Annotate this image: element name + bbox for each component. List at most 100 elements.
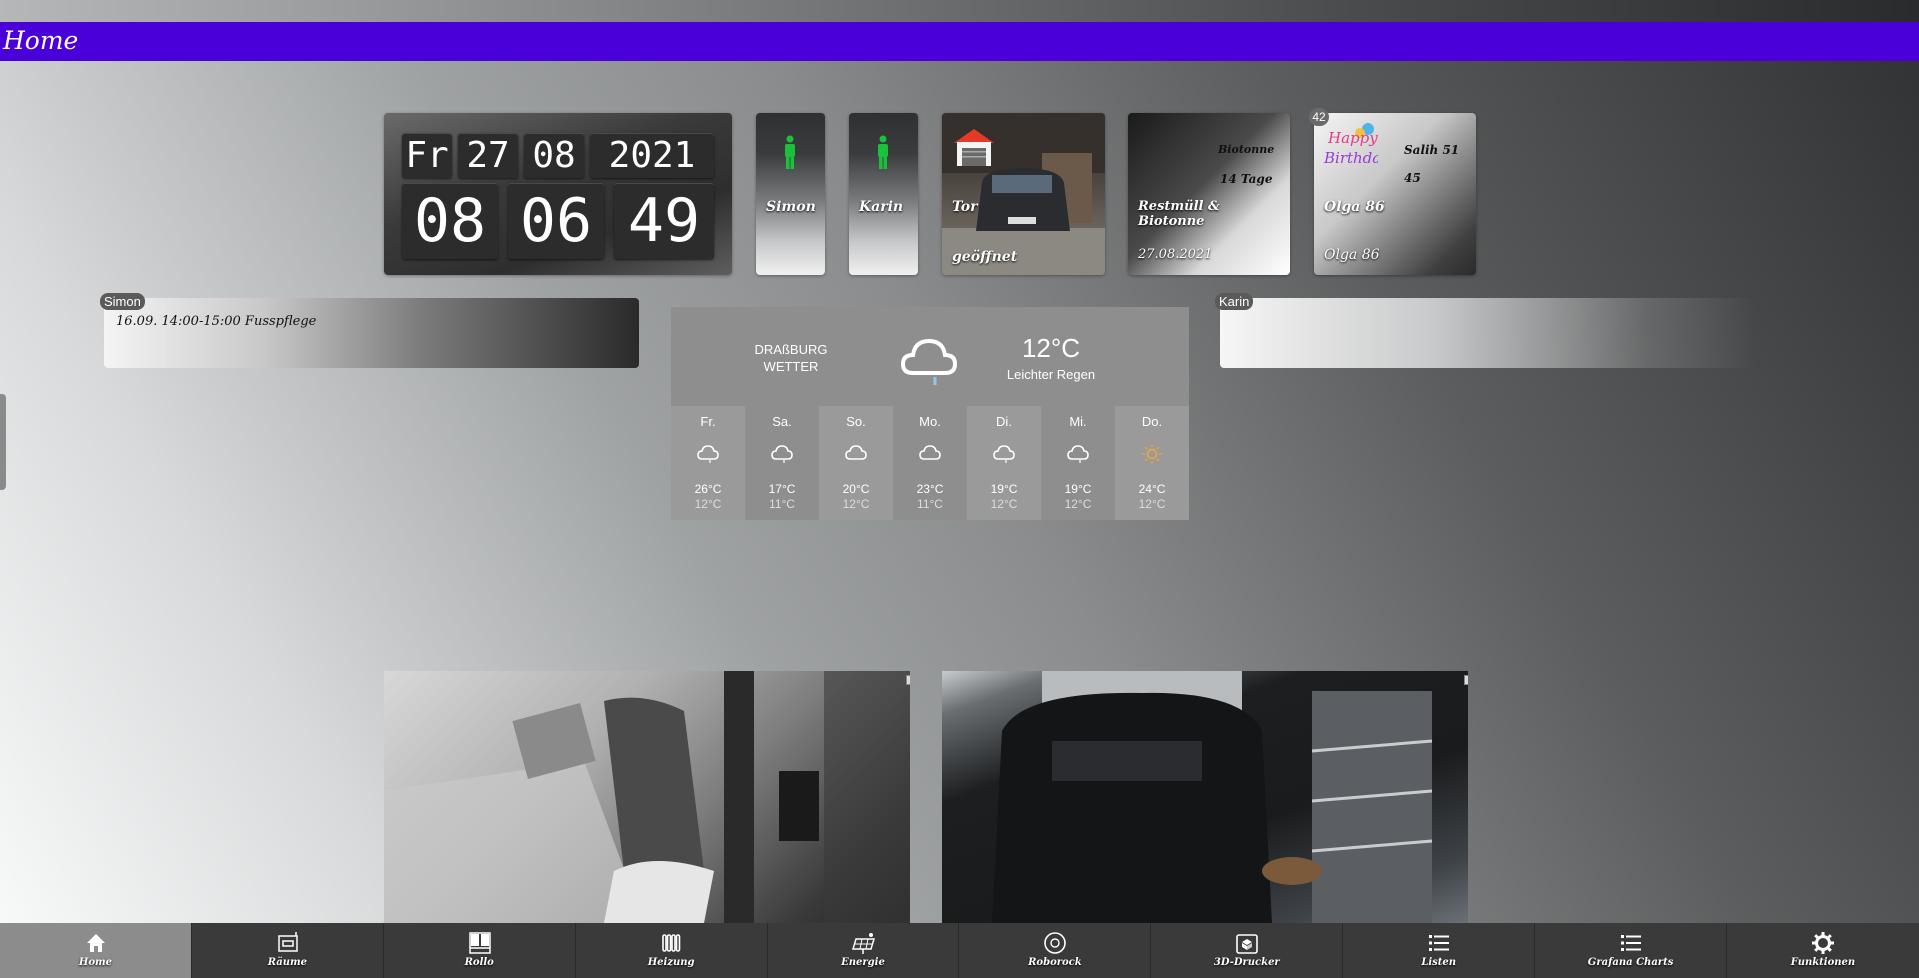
weather-location-line2: WETTER bbox=[763, 359, 819, 374]
nav-heating[interactable]: Heizung bbox=[576, 923, 768, 978]
waste-line2: 14 Tage bbox=[1220, 172, 1273, 186]
forecast-low: 12°C bbox=[842, 497, 870, 511]
cloud-icon bbox=[1067, 445, 1089, 463]
nav-label: Heizung bbox=[647, 957, 695, 968]
forecast-low: 12°C bbox=[694, 497, 722, 511]
waste-title: Restmüll & Biotonne bbox=[1138, 199, 1220, 229]
forecast-high: 19°C bbox=[990, 482, 1018, 496]
camera-fullscreen-icon[interactable] bbox=[1464, 675, 1468, 685]
person-icon bbox=[878, 135, 888, 169]
nav-label: Rollo bbox=[464, 957, 494, 968]
printer-icon bbox=[1236, 934, 1259, 954]
forecast-day: Do. 24°C 12°C bbox=[1115, 406, 1189, 520]
forecast-high: 17°C bbox=[768, 482, 796, 496]
nav-label: Grafana Charts bbox=[1587, 957, 1674, 968]
forecast-day-name: Mi. bbox=[1069, 414, 1087, 429]
garage-door-tile[interactable]: Tor geöffnet bbox=[942, 113, 1105, 275]
person-icon bbox=[785, 135, 795, 169]
forecast-day: Di. 19°C 12°C bbox=[967, 406, 1041, 520]
robot-vacuum-icon bbox=[1044, 932, 1067, 954]
nav-rooms[interactable]: Räume bbox=[192, 923, 384, 978]
bottom-navigation: Home Räume Rollo Heizung Energie Roboroc… bbox=[0, 923, 1919, 978]
birthday-line2: 45 bbox=[1404, 171, 1421, 185]
nav-home[interactable]: Home bbox=[0, 923, 192, 978]
nav-grafana-charts[interactable]: Grafana Charts bbox=[1535, 923, 1728, 978]
clock-second: 49 bbox=[614, 183, 714, 259]
weather-widget[interactable]: DRAßBURG WETTER 12°C Leichter Regen Fr. … bbox=[671, 307, 1189, 520]
waste-date: 27.08.2021 bbox=[1138, 247, 1213, 262]
forecast-high: 20°C bbox=[842, 482, 870, 496]
forecast-high: 26°C bbox=[694, 482, 722, 496]
forecast-low: 11°C bbox=[769, 497, 795, 511]
rooms-icon bbox=[278, 932, 298, 952]
forecast-day: So. 20°C 12°C bbox=[819, 406, 893, 520]
waste-line1: Biotonne bbox=[1218, 143, 1275, 156]
list-icon bbox=[1429, 935, 1450, 951]
nav-lists[interactable]: Listen bbox=[1343, 923, 1536, 978]
clock-day: Fr bbox=[402, 133, 452, 178]
top-strip bbox=[0, 0, 1919, 22]
nav-blinds[interactable]: Rollo bbox=[384, 923, 576, 978]
camera-feed-garage[interactable] bbox=[942, 671, 1468, 923]
nav-label: Roborock bbox=[1028, 957, 1082, 968]
person-name: Simon bbox=[766, 199, 816, 215]
nav-3d-printer[interactable]: 3D-Drucker bbox=[1151, 923, 1344, 978]
nav-label: 3D-Drucker bbox=[1213, 957, 1280, 968]
weather-current-temp: 12°C bbox=[1021, 333, 1081, 363]
garage-state: geöffnet bbox=[952, 249, 1018, 265]
forecast-low: 12°C bbox=[990, 497, 1018, 511]
svg-text:Birthday: Birthday bbox=[1323, 149, 1378, 167]
radiator-icon bbox=[661, 934, 680, 952]
solar-icon bbox=[851, 933, 875, 954]
calendar-karin[interactable] bbox=[1220, 298, 1755, 368]
forecast-high: 19°C bbox=[1064, 482, 1092, 496]
forecast-day: Mi. 19°C 12°C bbox=[1041, 406, 1115, 520]
forecast-day: Mo. 23°C 11°C bbox=[893, 406, 967, 520]
nav-functions[interactable]: Funktionen bbox=[1727, 923, 1919, 978]
forecast-high: 23°C bbox=[916, 482, 944, 496]
calendar-simon[interactable]: 16.09. 14:00-15:00 Fusspflege bbox=[104, 298, 639, 368]
nav-roborock[interactable]: Roborock bbox=[959, 923, 1152, 978]
birthday-line1: Salih 51 bbox=[1404, 143, 1460, 157]
birthday-icon: Happy Birthday bbox=[1323, 123, 1378, 167]
forecast-day-name: Do. bbox=[1141, 414, 1163, 429]
birthday-subtitle: Olga 86 bbox=[1324, 247, 1380, 263]
clock-minute: 06 bbox=[508, 183, 604, 259]
waste-collection-tile[interactable]: Biotonne 14 Tage Restmüll & Biotonne 27.… bbox=[1128, 113, 1290, 275]
garage-title: Tor bbox=[952, 199, 978, 215]
birthday-title: Olga 86 bbox=[1324, 199, 1385, 215]
list-icon bbox=[1621, 935, 1642, 951]
camera-feed-living-room[interactable] bbox=[384, 671, 910, 923]
cloud-icon bbox=[919, 445, 941, 460]
cloud-rain-icon bbox=[900, 338, 958, 385]
forecast-day-name: Fr. bbox=[700, 414, 716, 429]
forecast-day: Fr. 26°C 12°C bbox=[671, 406, 745, 520]
flip-clock-tile: Fr 27 08 2021 08 06 49 bbox=[384, 113, 732, 275]
forecast-day-name: Sa. bbox=[772, 414, 792, 429]
forecast-high: 24°C bbox=[1138, 482, 1166, 496]
weather-location: DRAßBURG WETTER bbox=[741, 341, 841, 375]
nav-label: Listen bbox=[1421, 957, 1457, 968]
nav-label: Funktionen bbox=[1790, 957, 1856, 968]
person-tile-karin[interactable]: Karin bbox=[849, 113, 918, 275]
forecast-day-name: Mo. bbox=[919, 414, 941, 429]
birthday-tile[interactable]: Happy Birthday Salih 51 45 Olga 86 Olga … bbox=[1314, 113, 1476, 275]
clock-hour: 08 bbox=[402, 183, 498, 259]
blinds-icon bbox=[469, 932, 491, 954]
camera-image bbox=[384, 671, 910, 923]
clock-date-day: 27 bbox=[458, 133, 518, 178]
forecast-day-name: So. bbox=[846, 414, 866, 429]
title-bar: Home bbox=[0, 22, 1919, 61]
forecast-low: 12°C bbox=[1064, 497, 1092, 511]
calendar-tag-karin: Karin bbox=[1215, 293, 1254, 310]
weather-forecast: Fr. 26°C 12°C Sa. 17°C 11°C So. 20°C 12°… bbox=[671, 406, 1189, 520]
nav-energy[interactable]: Energie bbox=[768, 923, 960, 978]
clock-date-month: 08 bbox=[524, 133, 584, 178]
weather-description: Leichter Regen bbox=[1006, 367, 1096, 382]
cloud-icon bbox=[993, 445, 1015, 463]
person-tile-simon[interactable]: Simon bbox=[756, 113, 825, 275]
camera-fullscreen-icon[interactable] bbox=[906, 675, 910, 685]
birthday-count-badge: 42 bbox=[1309, 108, 1329, 126]
side-panel-handle[interactable] bbox=[0, 394, 6, 490]
cloud-icon bbox=[697, 445, 719, 463]
